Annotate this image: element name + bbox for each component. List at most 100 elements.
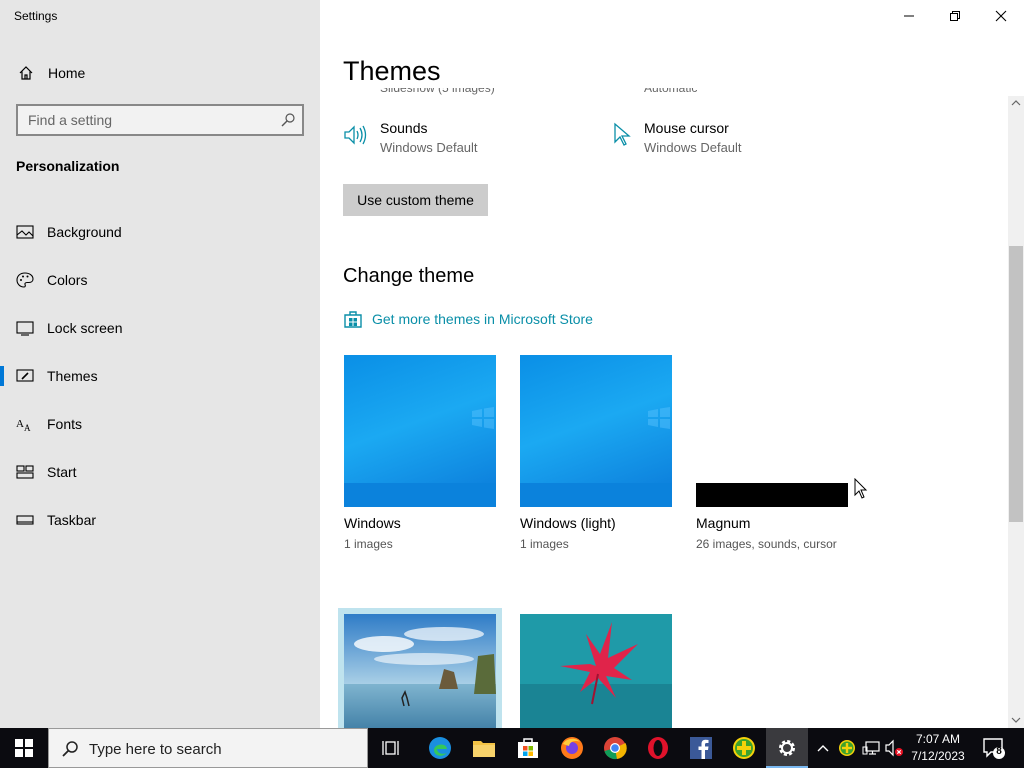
settings-window: Settings Home Personalization Background… (0, 0, 1024, 728)
sidebar-nav: Background Colors Lock screen Themes AA … (0, 208, 320, 544)
system-clock[interactable]: 7:07 AM 7/12/2023 (906, 731, 970, 765)
restore-icon (950, 11, 960, 21)
page-title: Themes (343, 56, 441, 86)
brush-icon (16, 369, 34, 382)
sidebar-item-themes[interactable]: Themes (0, 352, 320, 400)
task-view-button[interactable] (378, 734, 406, 762)
plus-app-taskbar-button[interactable] (730, 734, 758, 762)
theme-description: 1 images (520, 537, 569, 551)
theme-tile-magnum[interactable]: Magnum 26 images, sounds, cursor (696, 355, 848, 551)
search-icon (62, 741, 78, 757)
close-icon (995, 10, 1007, 22)
chrome-taskbar-button[interactable] (601, 734, 629, 762)
facebook-taskbar-button[interactable] (687, 734, 715, 762)
change-theme-heading: Change theme (343, 265, 475, 287)
sounds-value: Windows Default (380, 140, 478, 155)
scroll-up-icon[interactable] (1011, 99, 1021, 107)
sounds-property[interactable]: Sounds Windows Default (343, 120, 563, 160)
theme-tile-windows-light[interactable]: Windows (light) 1 images (520, 355, 672, 551)
edge-taskbar-button[interactable] (426, 734, 454, 762)
clock-date: 7/12/2023 (911, 749, 965, 763)
windows-logo-icon (648, 407, 670, 429)
store-taskbar-button[interactable] (514, 734, 542, 762)
firefox-taskbar-button[interactable] (558, 734, 586, 762)
thumbnail-floor (520, 483, 672, 507)
sidebar-item-label: Fonts (47, 416, 83, 432)
sidebar: Settings Home Personalization Background… (0, 0, 320, 728)
sidebar-item-label: Themes (47, 368, 98, 384)
tray-plus-icon[interactable] (838, 738, 856, 758)
chevron-up-icon[interactable] (816, 738, 830, 758)
picture-icon (16, 225, 34, 239)
opera-icon (648, 737, 668, 759)
volume-muted-icon[interactable] (884, 738, 904, 758)
close-button[interactable] (978, 0, 1024, 32)
task-view-icon (382, 741, 399, 755)
svg-text:A: A (24, 423, 31, 432)
main-content: Themes Slideshow (5 images) Automatic So… (320, 0, 1024, 728)
find-setting-input[interactable] (28, 111, 278, 129)
theme-name: Windows (344, 515, 401, 531)
sidebar-item-background[interactable]: Background (0, 208, 320, 256)
sidebar-item-colors[interactable]: Colors (0, 256, 320, 304)
taskbar-search-box[interactable]: Type here to search (48, 728, 368, 768)
color-value-clipped: Automatic (644, 88, 698, 95)
theme-description: 26 images, sounds, cursor (696, 537, 837, 551)
facebook-icon (690, 737, 712, 759)
speaker-icon (344, 125, 367, 145)
sounds-label: Sounds (380, 120, 428, 136)
home-label: Home (48, 65, 86, 81)
sidebar-item-fonts[interactable]: AA Fonts (0, 400, 320, 448)
edge-icon (429, 737, 451, 759)
sidebar-item-taskbar[interactable]: Taskbar (0, 496, 320, 544)
svg-text:A: A (16, 418, 24, 430)
green-plus-icon (733, 737, 755, 759)
scrollbar-thumb[interactable] (1009, 246, 1023, 522)
thumbnail-black-bar (696, 483, 848, 507)
file-explorer-taskbar-button[interactable] (470, 734, 498, 762)
sidebar-item-start[interactable]: Start (0, 448, 320, 496)
find-setting-box[interactable] (16, 104, 304, 136)
store-icon (518, 738, 538, 758)
theme-description: 1 images (344, 537, 393, 551)
action-center-button[interactable]: 8 (982, 736, 1006, 760)
theme-thumbnail (696, 355, 848, 507)
app-title: Settings (14, 9, 58, 23)
firefox-icon (561, 737, 583, 759)
background-value-clipped: Slideshow (5 images) (380, 88, 495, 95)
scroll-down-icon[interactable] (1011, 716, 1021, 724)
search-icon[interactable] (280, 112, 296, 128)
chrome-icon (604, 737, 627, 760)
section-title: Personalization (16, 158, 120, 174)
store-link-label: Get more themes in Microsoft Store (372, 311, 593, 327)
network-icon[interactable] (862, 738, 882, 758)
font-icon: AA (16, 418, 31, 432)
theme-tile-beach[interactable] (338, 608, 502, 728)
microsoft-store-link[interactable]: Get more themes in Microsoft Store (343, 309, 593, 329)
restore-button[interactable] (932, 0, 978, 32)
sidebar-item-label: Lock screen (47, 320, 123, 336)
use-custom-theme-button[interactable]: Use custom theme (343, 184, 488, 216)
minimize-button[interactable] (886, 0, 932, 32)
sidebar-item-label: Background (47, 224, 122, 240)
sidebar-item-label: Taskbar (47, 512, 97, 528)
store-bag-icon (344, 311, 362, 328)
theme-selected-frame (338, 608, 502, 728)
home-nav-item[interactable]: Home (0, 56, 320, 90)
flower-thumbnail (520, 614, 672, 728)
thumbnail-floor (344, 483, 496, 507)
taskbar-icon (16, 515, 34, 525)
taskbar-search-placeholder: Type here to search (89, 741, 222, 758)
settings-taskbar-button[interactable] (766, 728, 808, 768)
opera-taskbar-button[interactable] (644, 734, 672, 762)
taskbar: Type here to search 7:07 AM 7/12/2023 8 (0, 728, 1024, 768)
theme-tile-flower[interactable] (520, 614, 672, 728)
theme-tile-windows[interactable]: Windows 1 images (344, 355, 496, 551)
mouse-cursor-property[interactable]: Mouse cursor Windows Default (607, 120, 827, 160)
clock-time: 7:07 AM (915, 732, 961, 746)
sidebar-item-lock-screen[interactable]: Lock screen (0, 304, 320, 352)
mouse-cursor-value: Windows Default (644, 140, 742, 155)
start-button[interactable] (10, 734, 38, 762)
mouse-cursor-label: Mouse cursor (644, 120, 729, 136)
cursor-icon (614, 122, 631, 146)
